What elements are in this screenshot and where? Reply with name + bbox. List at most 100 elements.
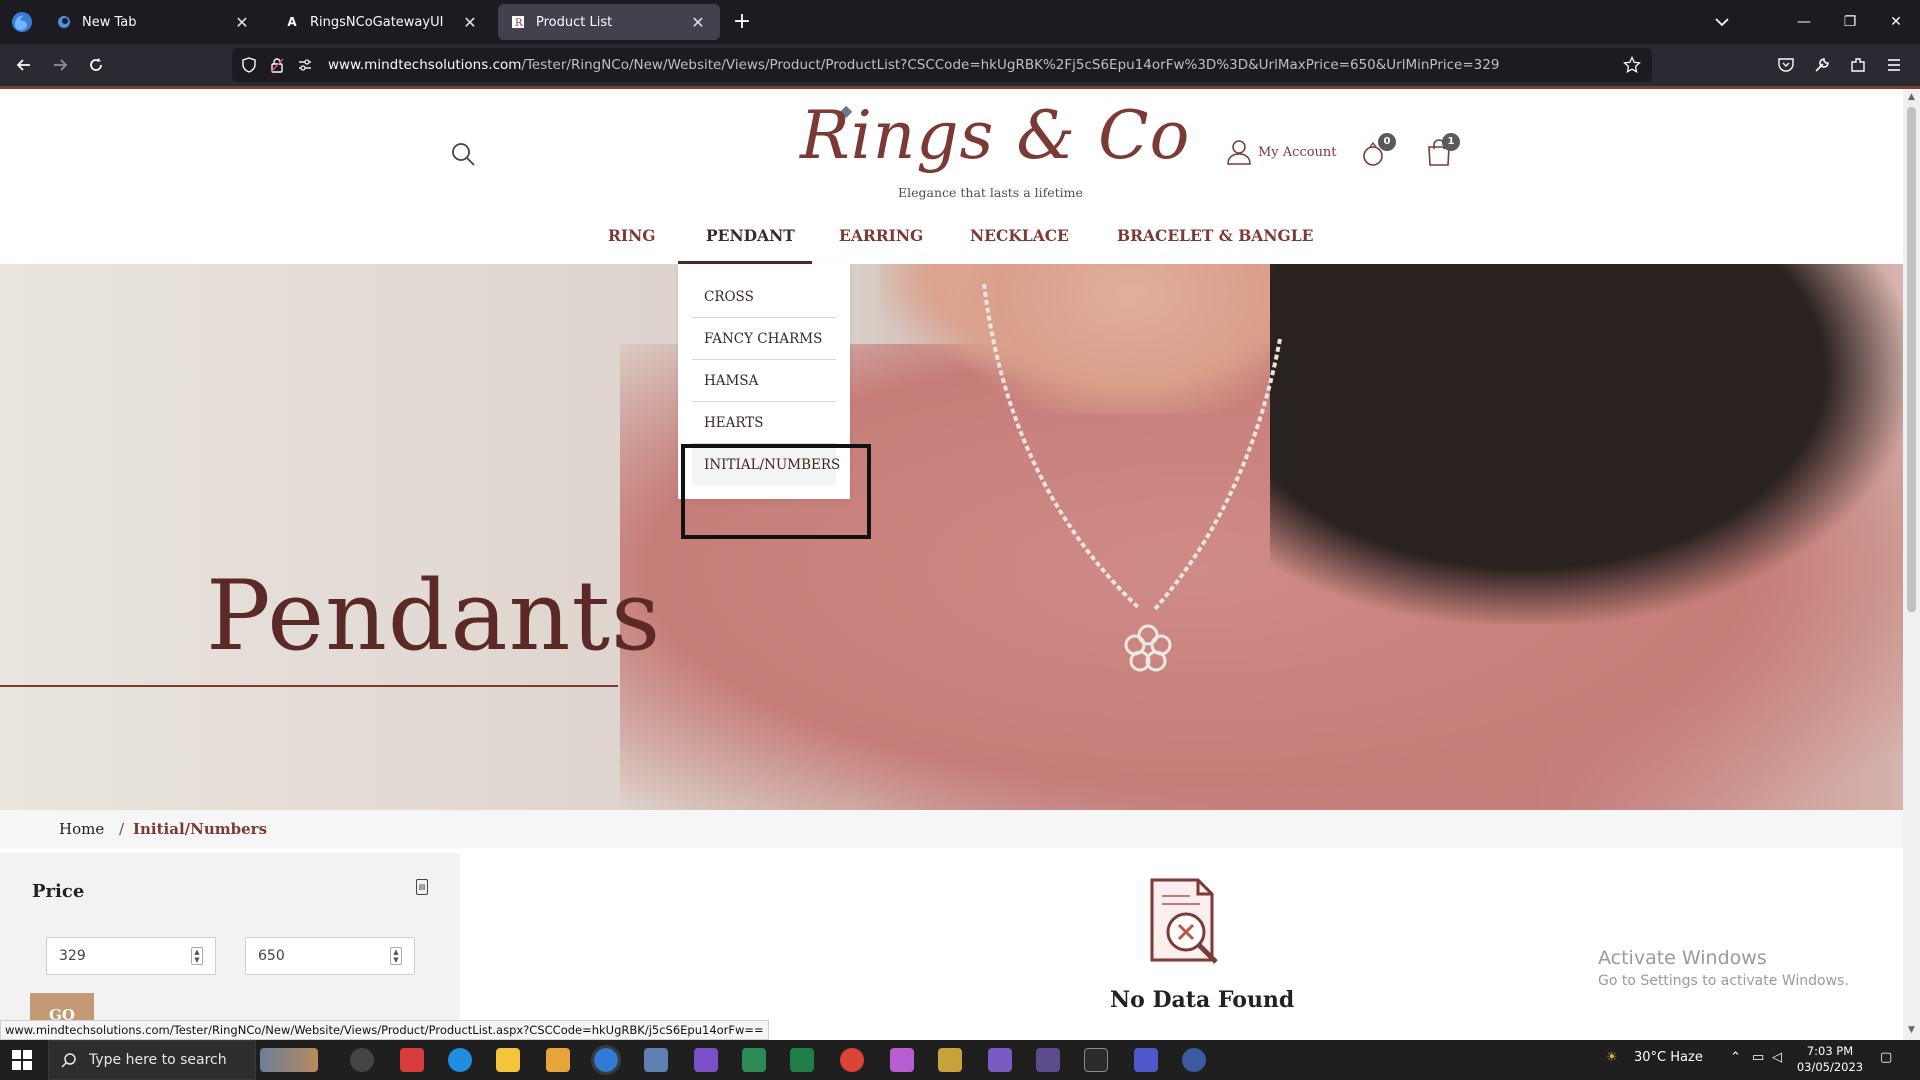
reload-icon[interactable] [82, 51, 110, 79]
hero-model-hair [1270, 264, 1903, 624]
web-page: ◆ Rings & Co Elegance that lasts a lifet… [0, 89, 1903, 1040]
edge-icon[interactable] [448, 1048, 472, 1072]
tab-title: RingsNCoGatewayUI [310, 14, 444, 30]
dropdown-item-fancy-charms[interactable]: FANCY CHARMS [692, 318, 836, 360]
scrollbar-thumb[interactable] [1907, 107, 1916, 612]
terminal-icon[interactable] [1084, 1048, 1108, 1072]
firefox-icon [56, 14, 72, 30]
nav-item-necklace[interactable]: NECKLACE [970, 221, 1069, 264]
dropdown-item-hamsa[interactable]: HAMSA [692, 360, 836, 402]
taskbar-search-placeholder: Type here to search [89, 1052, 227, 1068]
browser-nav-bar: www.mindtechsolutions.com/Tester/RingNCo… [0, 44, 1920, 86]
status-bar-url: www.mindtechsolutions.com/Tester/RingNCo… [0, 1020, 769, 1040]
app-icon-2[interactable] [546, 1048, 570, 1072]
cart-button[interactable]: 1 [1424, 133, 1460, 171]
chrome-icon[interactable] [840, 1048, 864, 1072]
anydesk-icon[interactable] [400, 1048, 424, 1072]
minimize-icon[interactable]: — [1792, 10, 1816, 34]
site-logo[interactable]: ◆ Rings & Co Elegance that lasts a lifet… [800, 97, 1189, 200]
main-nav: RING PENDANT EARRING NECKLACE BRACELET &… [0, 221, 1903, 264]
new-tab-plus-icon[interactable]: + [728, 8, 756, 36]
min-price-input[interactable]: 329 ▲ ▼ [46, 937, 216, 975]
weather-text[interactable]: 30°C Haze [1634, 1050, 1703, 1065]
app-icon-4[interactable] [742, 1048, 766, 1072]
wrench-icon[interactable] [1808, 51, 1836, 79]
hero-title: Pendants [206, 560, 662, 672]
shield-icon[interactable] [238, 54, 260, 76]
breadcrumb-home-link[interactable]: Home [59, 820, 104, 838]
back-arrow-icon[interactable] [10, 51, 38, 79]
notification-icon[interactable]: ▢ [1880, 1050, 1892, 1065]
taskbar-clock[interactable]: 7:03 PM 03/05/2023 [1790, 1043, 1870, 1075]
lock-icon[interactable] [266, 54, 288, 76]
permissions-icon[interactable] [294, 54, 316, 76]
extensions-icon[interactable] [1844, 51, 1872, 79]
nav-item-bracelet-bangle[interactable]: BRACELET & BANGLE [1117, 221, 1313, 264]
nav-item-earring[interactable]: EARRING [839, 221, 923, 264]
bookmark-star-icon[interactable] [1618, 51, 1646, 79]
network-icon[interactable]: ▭ [1752, 1050, 1764, 1065]
spinner-arrows-icon[interactable]: ▲ ▼ [191, 947, 203, 965]
app-icon-6[interactable] [938, 1048, 962, 1072]
nav-item-ring[interactable]: RING [608, 221, 656, 264]
close-icon[interactable]: ✕ [688, 13, 708, 32]
search-icon[interactable] [450, 141, 476, 167]
watermark-subtitle: Go to Settings to activate Windows. [1598, 973, 1849, 989]
excel-icon[interactable] [790, 1048, 814, 1072]
angular-icon: A [287, 15, 297, 29]
app-icon-7[interactable] [1036, 1048, 1060, 1072]
close-icon[interactable]: ✕ [460, 13, 480, 32]
news-widget-icon[interactable] [260, 1048, 318, 1072]
close-window-icon[interactable]: ✕ [1884, 10, 1908, 34]
scroll-down-arrow-icon[interactable]: ▼ [1906, 1025, 1917, 1036]
windows-taskbar: Type here to search ☀ 30°C Haze ⌃ ▭ ◁ 7:… [0, 1040, 1920, 1080]
tab-new-tab[interactable]: New Tab ✕ [44, 4, 264, 40]
min-price-value: 329 [59, 948, 86, 964]
visual-studio-2-icon[interactable] [988, 1048, 1012, 1072]
app-icon-8[interactable] [1182, 1048, 1206, 1072]
max-price-input[interactable]: 650 ▲ ▼ [245, 937, 415, 975]
app-icon-1[interactable] [350, 1048, 374, 1072]
nav-item-pendant[interactable]: PENDANT [678, 221, 812, 264]
search-icon [61, 1053, 76, 1068]
windows-start-icon[interactable] [12, 1050, 32, 1070]
chevron-down-icon[interactable] [1710, 10, 1734, 34]
hamburger-menu-icon[interactable] [1880, 51, 1908, 79]
hero-banner: Pendants [0, 264, 1903, 810]
site-header: ◆ Rings & Co Elegance that lasts a lifet… [0, 89, 1903, 264]
spinner-arrows-icon[interactable]: ▲ ▼ [390, 947, 402, 965]
file-explorer-icon[interactable] [496, 1048, 520, 1072]
taskbar-search-box[interactable]: Type here to search [48, 1040, 256, 1080]
close-icon[interactable]: ✕ [232, 13, 252, 32]
firefox-logo-icon[interactable] [10, 10, 34, 34]
chevron-up-icon[interactable]: ⌃ [1730, 1050, 1741, 1065]
app-icon-3[interactable] [644, 1048, 668, 1072]
dropdown-item-cross[interactable]: CROSS [692, 276, 836, 318]
tab-product-list[interactable]: R Product List ✕ [498, 4, 720, 40]
url-path: /Tester/RingNCo/New/Website/Views/Produc… [521, 57, 1500, 73]
wishlist-button[interactable]: 0 [1360, 133, 1396, 171]
logo-text: Rings & Co [800, 97, 1191, 174]
app-icon-5[interactable] [890, 1048, 914, 1072]
logo-tagline: Elegance that lasts a lifetime [898, 185, 1083, 200]
restore-icon[interactable]: ❐ [1838, 10, 1862, 34]
url-domain: www.mindtechsolutions.com [328, 57, 522, 73]
page-scrollbar[interactable]: ▲ ▼ [1903, 89, 1920, 1040]
browser-tab-bar: New Tab ✕ A RingsNCoGatewayUI ✕ R Produc… [0, 0, 1920, 44]
activate-windows-watermark: Activate Windows Go to Settings to activ… [1598, 947, 1849, 989]
volume-icon[interactable]: ◁ [1772, 1050, 1782, 1065]
site-favicon-icon: R [510, 14, 526, 30]
breadcrumb-current: Initial/Numbers [133, 820, 268, 838]
weather-icon[interactable]: ☀ [1606, 1050, 1618, 1065]
pocket-icon[interactable] [1772, 51, 1800, 79]
teams-icon[interactable] [1134, 1048, 1158, 1072]
scroll-up-arrow-icon[interactable]: ▲ [1906, 92, 1917, 103]
address-bar[interactable]: www.mindtechsolutions.com/Tester/RingNCo… [232, 48, 1652, 82]
firefox-taskbar-icon[interactable] [591, 1045, 621, 1075]
visual-studio-icon[interactable] [694, 1048, 718, 1072]
my-account-link[interactable]: My Account [1226, 139, 1337, 165]
tab-ringsnco-gateway[interactable]: A RingsNCoGatewayUI ✕ [272, 4, 492, 40]
filter-toggle-icon[interactable]: ▤ [416, 879, 428, 895]
dropdown-item-hearts[interactable]: HEARTS [692, 402, 836, 444]
forward-arrow-icon[interactable] [46, 51, 74, 79]
